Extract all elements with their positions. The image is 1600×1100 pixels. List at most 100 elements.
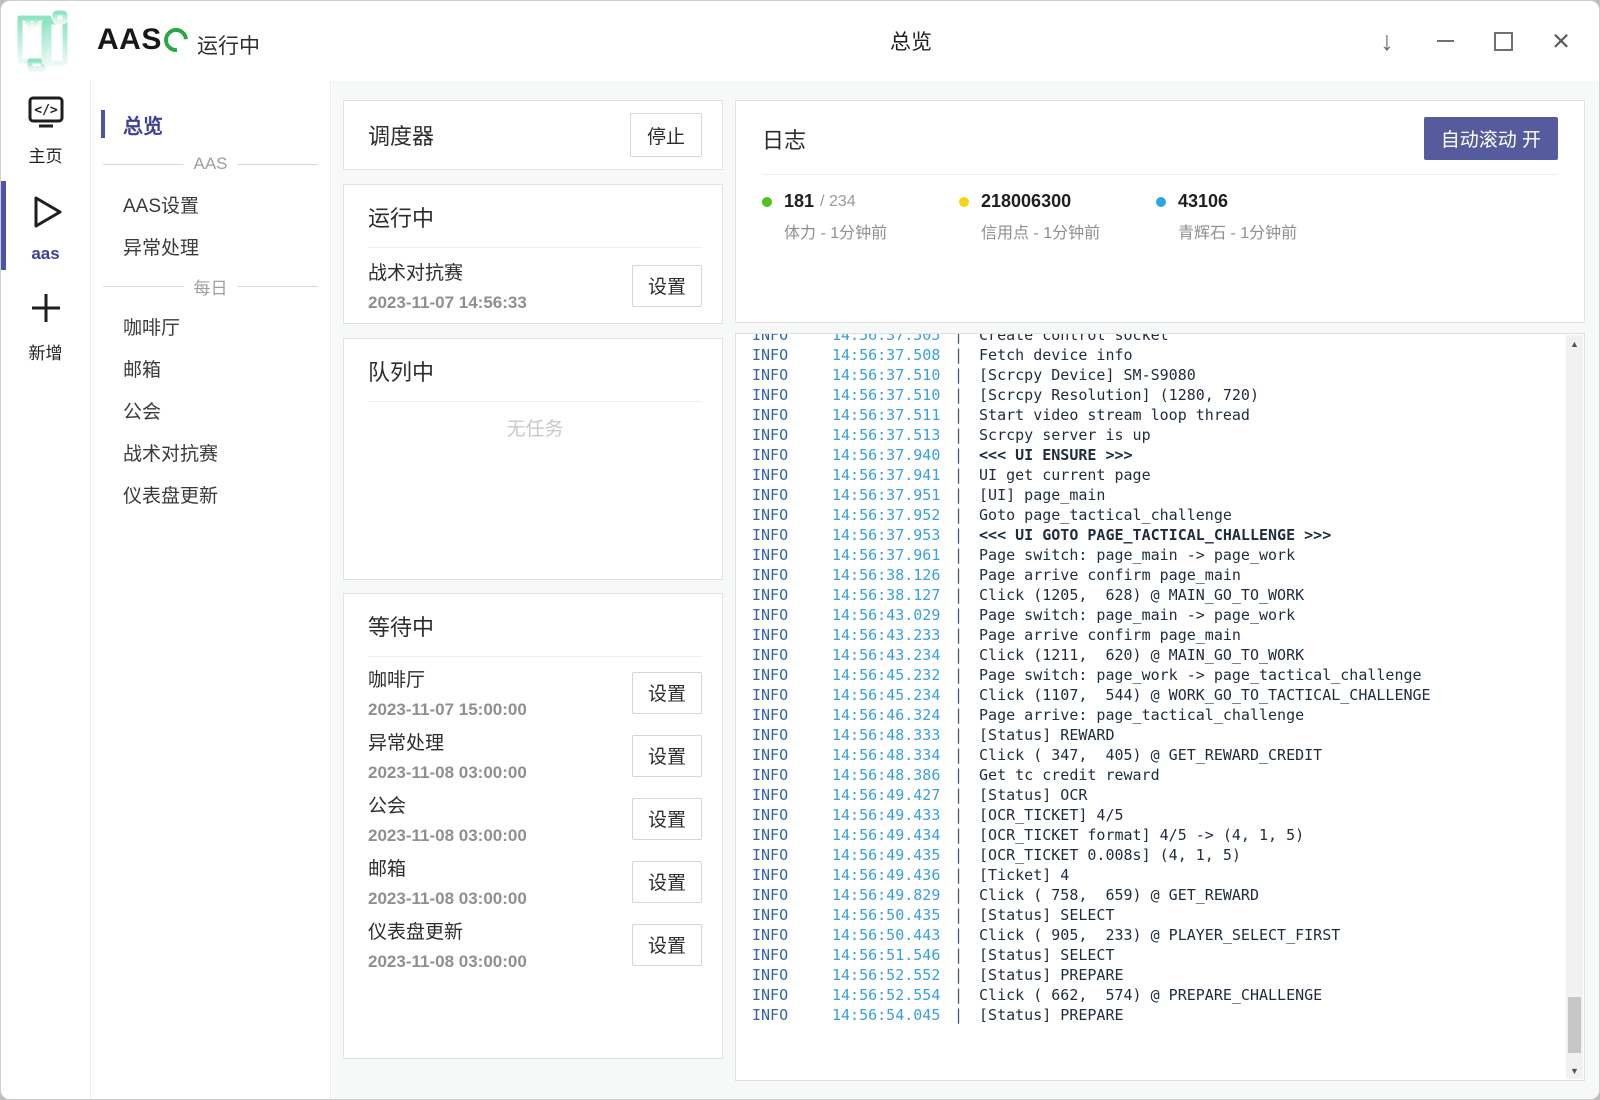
log-line: INFO14:56:49.433|[OCR_TICKET] 4/5 — [752, 805, 1584, 825]
download-arrow-icon[interactable]: ↓ — [1373, 27, 1401, 55]
task-settings-button[interactable]: 设置 — [632, 861, 702, 903]
log-time: 14:56:37.511 — [832, 405, 954, 425]
scroll-down-icon[interactable]: ▼ — [1566, 1062, 1583, 1079]
log-time: 14:56:48.333 — [832, 725, 954, 745]
resource-stat: 43106青辉石 - 1分钟前 — [1156, 191, 1353, 243]
log-message: Goto page_tactical_challenge — [979, 505, 1232, 525]
task-settings-button[interactable]: 设置 — [632, 924, 702, 966]
sidebar-item-邮箱[interactable]: 邮箱 — [91, 347, 330, 389]
sidebar-item-总览[interactable]: 总览 — [91, 103, 330, 145]
log-message: [OCR_TICKET format] 4/5 -> (4, 1, 5) — [979, 825, 1304, 845]
rail-item-新增[interactable]: 新增 — [1, 274, 90, 374]
log-time: 14:56:38.127 — [832, 585, 954, 605]
scroll-up-icon[interactable]: ▲ — [1566, 335, 1583, 352]
running-title: 运行中 — [368, 201, 702, 233]
window-controls: ↓ × — [1373, 1, 1575, 81]
sidebar-item-战术对抗赛[interactable]: 战术对抗赛 — [91, 431, 330, 473]
play-icon — [25, 191, 67, 238]
code-monitor-icon: </> — [26, 95, 66, 136]
resource-caption: 信用点 - 1分钟前 — [981, 219, 1156, 243]
rail-item-aas[interactable]: aas — [1, 177, 90, 274]
log-level: INFO — [752, 345, 832, 365]
log-level: INFO — [752, 425, 832, 445]
sidebar-item-咖啡厅[interactable]: 咖啡厅 — [91, 305, 330, 347]
divider — [368, 656, 702, 657]
divider — [368, 247, 702, 248]
log-time: 14:56:51.546 — [832, 945, 954, 965]
log-line: INFO14:56:49.434|[OCR_TICKET format] 4/5… — [752, 825, 1584, 845]
sidebar-item-公会[interactable]: 公会 — [91, 389, 330, 431]
log-time: 14:56:37.508 — [832, 345, 954, 365]
log-separator: | — [954, 525, 979, 545]
scrollbar-thumb[interactable] — [1568, 997, 1581, 1053]
task-settings-button[interactable]: 设置 — [632, 672, 702, 714]
page-title: 总览 — [890, 26, 932, 56]
log-time: 14:56:37.513 — [832, 425, 954, 445]
close-icon[interactable]: × — [1547, 27, 1575, 55]
log-level: INFO — [752, 465, 832, 485]
task-settings-button[interactable]: 设置 — [632, 735, 702, 777]
queue-title: 队列中 — [368, 355, 702, 387]
log-time: 14:56:37.510 — [832, 365, 954, 385]
log-separator: | — [954, 845, 979, 865]
log-time: 14:56:49.435 — [832, 845, 954, 865]
log-line: INFO14:56:37.952|Goto page_tactical_chal… — [752, 505, 1584, 525]
log-message: Start video stream loop thread — [979, 405, 1250, 425]
log-line: INFO14:56:50.443|Click ( 905, 233) @ PLA… — [752, 925, 1584, 945]
running-task-settings-button[interactable]: 设置 — [632, 265, 702, 307]
log-separator: | — [954, 505, 979, 525]
nav-rail: </> 主页 aas新增 — [1, 81, 91, 1099]
running-card: 运行中 战术对抗赛 2023-11-07 14:56:33 设置 — [343, 184, 723, 324]
log-level: INFO — [752, 665, 832, 685]
log-level: INFO — [752, 965, 832, 985]
waiting-title: 等待中 — [368, 610, 702, 642]
log-line: INFO14:56:37.961|Page switch: page_main … — [752, 545, 1584, 565]
maximize-icon[interactable] — [1489, 27, 1517, 55]
log-level: INFO — [752, 805, 832, 825]
resource-value: 43106 — [1178, 191, 1228, 212]
log-line: INFO14:56:45.234|Click (1107, 544) @ WOR… — [752, 685, 1584, 705]
waiting-task-time: 2023-11-07 15:00:00 — [368, 700, 632, 720]
log-scrollbar[interactable]: ▲ ▼ — [1566, 335, 1583, 1079]
waiting-task-name: 仪表盘更新 — [368, 917, 632, 944]
log-separator: | — [954, 333, 979, 345]
resource-stat-top: 218006300 — [959, 191, 1156, 212]
log-message: [Ticket] 4 — [979, 865, 1069, 885]
sidebar-item-仪表盘更新[interactable]: 仪表盘更新 — [91, 473, 330, 515]
log-message: Get tc credit reward — [979, 765, 1160, 785]
log-time: 14:56:37.952 — [832, 505, 954, 525]
rail-item-label: 主页 — [29, 142, 63, 167]
log-message: UI get current page — [979, 465, 1151, 485]
log-line: INFO14:56:50.435|[Status] SELECT — [752, 905, 1584, 925]
log-time: 14:56:50.435 — [832, 905, 954, 925]
log-separator: | — [954, 705, 979, 725]
log-level: INFO — [752, 385, 832, 405]
autoscroll-toggle-button[interactable]: 自动滚动 开 — [1424, 117, 1558, 160]
stop-button[interactable]: 停止 — [630, 113, 702, 157]
rail-item-主页[interactable]: </> 主页 — [1, 81, 90, 177]
task-settings-button[interactable]: 设置 — [632, 798, 702, 840]
minimize-icon[interactable] — [1431, 27, 1459, 55]
log-line: INFO14:56:37.508|Fetch device info — [752, 345, 1584, 365]
log-separator: | — [954, 645, 979, 665]
log-separator: | — [954, 865, 979, 885]
log-separator: | — [954, 405, 979, 425]
resource-value: 218006300 — [981, 191, 1071, 212]
sidebar-item-AAS设置[interactable]: AAS设置 — [91, 183, 330, 225]
log-message: Page arrive: page_tactical_challenge — [979, 705, 1304, 725]
waiting-task-row: 邮箱2023-11-08 03:00:00设置 — [368, 854, 702, 909]
log-time: 14:56:38.126 — [832, 565, 954, 585]
log-level: INFO — [752, 565, 832, 585]
log-viewer[interactable]: INFO14:56:37.505|Create control socketIN… — [735, 333, 1585, 1081]
sidebar-item-异常处理[interactable]: 异常处理 — [91, 225, 330, 267]
log-separator: | — [954, 885, 979, 905]
log-line: INFO14:56:54.045|[Status] PREPARE — [752, 1005, 1584, 1025]
log-message: Page arrive confirm page_main — [979, 625, 1241, 645]
log-level: INFO — [752, 985, 832, 1005]
log-title: 日志 — [762, 123, 1424, 155]
log-message: [OCR_TICKET 0.008s] (4, 1, 5) — [979, 845, 1241, 865]
log-time: 14:56:52.552 — [832, 965, 954, 985]
log-time: 14:56:48.334 — [832, 745, 954, 765]
log-line: INFO14:56:49.829|Click ( 758, 659) @ GET… — [752, 885, 1584, 905]
sidebar-section-divider: 每日 — [91, 267, 330, 305]
